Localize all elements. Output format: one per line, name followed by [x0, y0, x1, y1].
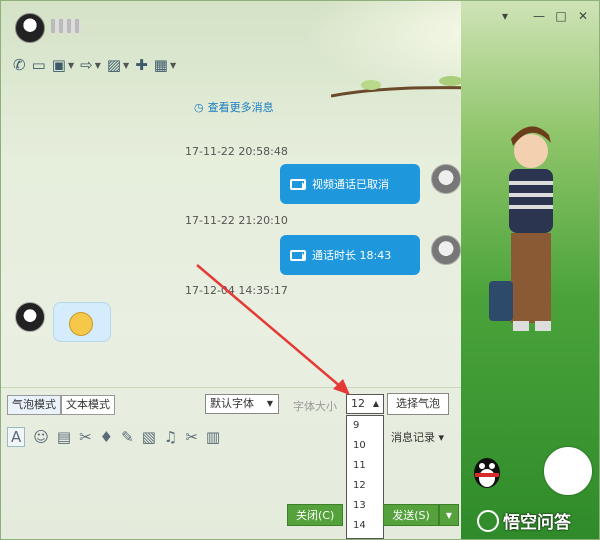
remote-assist-icon[interactable]: ▨ ▼ — [107, 54, 129, 76]
font-size-label: 字体大小 — [293, 400, 337, 413]
video-camera-icon — [290, 178, 306, 190]
file-transfer-icon[interactable]: ⇨ ▼ — [80, 54, 101, 76]
message-timestamp: 17-11-22 21:20:10 — [185, 214, 288, 227]
message-bubble-video-cancelled[interactable]: 视频通话已取消 — [280, 164, 420, 204]
self-profile-avatar[interactable] — [544, 447, 592, 495]
font-size-select[interactable]: 12 ▲ — [346, 394, 384, 414]
pen-icon[interactable]: ✎ — [121, 428, 134, 446]
font-size-option[interactable]: 10 — [347, 436, 383, 456]
font-size-option[interactable]: 12 — [347, 476, 383, 496]
microphone-icon[interactable]: ♦ — [100, 428, 113, 446]
emoji-message-bubble[interactable] — [53, 302, 111, 342]
screenshot-icon[interactable]: ✂ — [79, 428, 92, 446]
chevron-up-icon: ▲ — [372, 399, 379, 408]
screen-share-icon[interactable]: ▣ ▼ — [52, 54, 74, 76]
music-icon[interactable]: ♫ — [164, 428, 177, 446]
font-size-option[interactable]: 9 — [347, 416, 383, 436]
message-record-button[interactable]: 消息记录 ▾ — [391, 429, 444, 445]
message-bubble-call-duration[interactable]: 通话时长 18:43 — [280, 235, 420, 275]
qq-penguin-logo[interactable] — [469, 453, 505, 491]
chat-toolbar: ✆ ▭ ▣ ▼ ⇨ ▼ ▨ ▼ ✚ ▦ ▼ — [13, 53, 176, 77]
skin-icon[interactable]: ▾ — [497, 9, 513, 23]
view-more-messages-link[interactable]: ◷ 查看更多消息 — [194, 99, 274, 115]
phone-icon[interactable]: ✆ — [13, 54, 26, 76]
close-chat-button[interactable]: 关闭(C) — [287, 504, 344, 526]
message-timestamp: 17-12-04 14:35:17 — [185, 284, 288, 297]
video-camera-icon[interactable]: ▭ — [32, 54, 46, 76]
message-mode-tabs: 气泡模式 文本模式 — [7, 395, 115, 415]
chevron-down-icon: ▼ — [266, 399, 273, 408]
apps-grid-icon[interactable]: ▦ ▼ — [154, 54, 176, 76]
image-icon[interactable]: ▧ — [142, 428, 156, 446]
emoji-face-icon — [69, 312, 93, 336]
input-toolbar: A ☺ ▤ ✂ ♦ ✎ ▧ ♫ ✂ ▥ — [7, 425, 220, 449]
tab-bubble-mode[interactable]: 气泡模式 — [7, 395, 61, 415]
font-family-select[interactable]: 默认字体 ▼ — [205, 394, 279, 414]
input-divider — [1, 387, 461, 388]
trash-icon[interactable]: ▥ — [206, 428, 220, 446]
font-size-option[interactable]: 11 — [347, 456, 383, 476]
clock-icon: ◷ — [194, 100, 204, 114]
font-style-icon[interactable]: A — [7, 427, 26, 447]
minimize-button[interactable]: — — [531, 9, 547, 23]
send-row: 关闭(C) 发送(S) ▼ — [287, 504, 459, 526]
self-avatar[interactable] — [431, 164, 461, 194]
contact-name — [51, 19, 81, 33]
contact-avatar[interactable] — [15, 13, 45, 43]
chat-comment-icon[interactable]: ✚ — [135, 54, 148, 76]
choose-bubble-button[interactable]: 选择气泡 — [387, 393, 449, 415]
cartoon-character — [489, 126, 553, 331]
maximize-button[interactable]: □ — [553, 9, 569, 23]
video-camera-icon — [290, 249, 306, 261]
gif-icon[interactable]: ▤ — [57, 428, 71, 446]
scissors-icon[interactable]: ✂ — [185, 428, 198, 446]
tab-text-mode[interactable]: 文本模式 — [61, 395, 115, 415]
send-options-button[interactable]: ▼ — [438, 504, 459, 526]
contact-avatar-small[interactable] — [15, 302, 45, 332]
wukong-logo-icon — [477, 509, 499, 532]
emoji-icon[interactable]: ☺ — [33, 428, 49, 446]
self-avatar[interactable] — [431, 235, 461, 265]
close-window-button[interactable]: ✕ — [575, 9, 591, 23]
message-timestamp: 17-11-22 20:58:48 — [185, 145, 288, 158]
send-button[interactable]: 发送(S) — [383, 504, 439, 526]
wukong-watermark: 悟空问答 — [477, 508, 571, 533]
chat-window: ▾ — □ ✕ ✆ ▭ ▣ ▼ ⇨ ▼ ▨ ▼ ✚ ▦ ▼ ◷ 查看更多消息 17-11… — [0, 0, 600, 540]
